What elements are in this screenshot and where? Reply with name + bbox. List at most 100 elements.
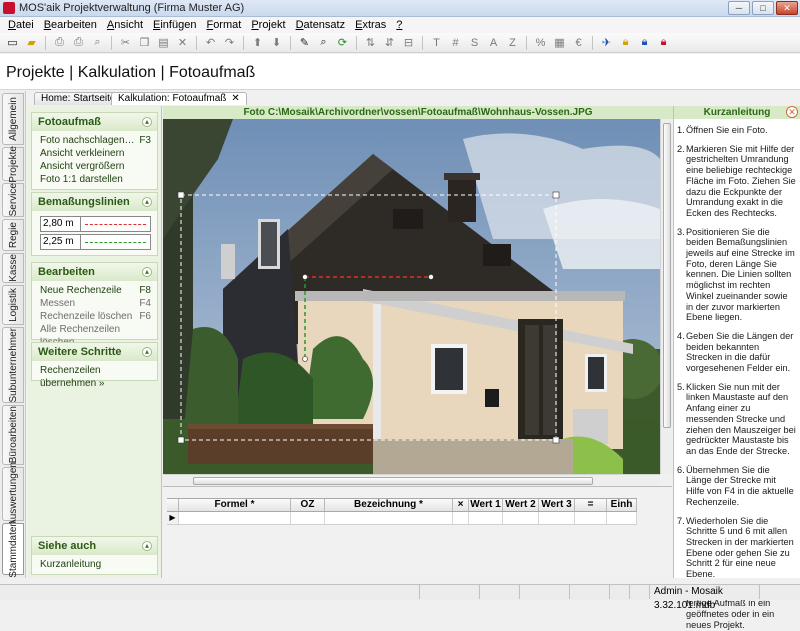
number-icon[interactable]: #: [447, 35, 464, 51]
text-icon[interactable]: T: [428, 35, 445, 51]
print-preview-icon[interactable]: ⌕: [89, 35, 106, 51]
collapse-icon[interactable]: ▴: [142, 541, 152, 551]
collapse-icon[interactable]: ▴: [142, 347, 152, 357]
vtab-service[interactable]: Service: [2, 183, 24, 217]
menu-ansicht[interactable]: Ansicht: [102, 19, 148, 31]
menu-?[interactable]: ?: [391, 19, 407, 31]
menu-datei[interactable]: Datei: [3, 19, 39, 31]
tab-startseite[interactable]: Home: Startseite: [34, 92, 123, 105]
column-header[interactable]: Formel *: [179, 499, 291, 511]
amount-icon[interactable]: A: [485, 35, 502, 51]
print-setup-icon[interactable]: ⎙: [70, 35, 87, 51]
tools-icon[interactable]: ✈: [598, 35, 615, 51]
photo-horizontal-scrollbar[interactable]: [163, 474, 660, 486]
column-header[interactable]: Einh: [607, 499, 637, 511]
filter-icon[interactable]: ⊟: [400, 35, 417, 51]
edit-pencil-icon[interactable]: ✎: [296, 35, 313, 51]
row-selector-icon[interactable]: ▶: [167, 512, 179, 524]
sidebar-item[interactable]: Kurzanleitung: [40, 558, 151, 571]
dimension-value-input[interactable]: 2,80 m: [41, 217, 81, 231]
vtab-stammdaten[interactable]: Stammdaten: [2, 521, 24, 577]
dimension-value-input[interactable]: 2,25 m: [41, 235, 81, 249]
sidebar-item[interactable]: Rechenzeile löschen F6: [40, 310, 151, 323]
column-header[interactable]: Wert 1: [469, 499, 503, 511]
menu-bearbeiten[interactable]: Bearbeiten: [39, 19, 102, 31]
sort-descending-icon[interactable]: ⇵: [381, 35, 398, 51]
lock-blue-icon[interactable]: 🔒︎: [636, 35, 653, 51]
menu-datensatz[interactable]: Datensatz: [291, 19, 351, 31]
column-header[interactable]: Bezeichnung *: [325, 499, 453, 511]
column-header[interactable]: ×: [453, 499, 469, 511]
grid-cell[interactable]: [503, 512, 539, 524]
column-header[interactable]: Wert 2: [503, 499, 539, 511]
grid-cell[interactable]: [539, 512, 575, 524]
vtab-regie[interactable]: Regie: [2, 219, 24, 251]
vtab-kasse[interactable]: Kasse: [2, 253, 24, 283]
currency-icon[interactable]: €: [570, 35, 587, 51]
column-header[interactable]: Wert 3: [539, 499, 575, 511]
print-icon[interactable]: ⎙: [51, 35, 68, 51]
scroll-thumb[interactable]: [193, 477, 593, 485]
grid-cell[interactable]: [469, 512, 503, 524]
vtab-allgemein[interactable]: Allgemein: [2, 93, 24, 145]
sidebar-item[interactable]: Foto nachschlagen… F3: [40, 134, 151, 147]
minimize-button[interactable]: ─: [728, 1, 750, 15]
vtab-auswertungen[interactable]: Auswertungen: [2, 462, 24, 526]
grid-cell[interactable]: [607, 512, 637, 524]
tab-fotoaufmass[interactable]: Kalkulation: Fotoaufmaß ✕: [111, 92, 247, 105]
sidebar-item[interactable]: Ansicht verkleinern: [40, 147, 151, 160]
delete-icon[interactable]: ✕: [174, 35, 191, 51]
grid-cell[interactable]: [179, 512, 291, 524]
redo-icon[interactable]: ↷: [221, 35, 238, 51]
close-tab-icon[interactable]: ✕: [231, 93, 239, 104]
vtab-subunternehmer[interactable]: Subunternehmer: [2, 327, 24, 403]
percent-icon[interactable]: %: [532, 35, 549, 51]
lock-red-icon[interactable]: 🔒︎: [655, 35, 672, 51]
menu-projekt[interactable]: Projekt: [246, 19, 290, 31]
vtab-büroarbeiten[interactable]: Büroarbeiten: [2, 405, 24, 465]
menu-format[interactable]: Format: [201, 19, 246, 31]
move-down-icon[interactable]: ⬇: [268, 35, 285, 51]
open-folder-icon[interactable]: ▰: [23, 35, 40, 51]
paste-icon[interactable]: ▤: [155, 35, 172, 51]
copy-icon[interactable]: ❐: [136, 35, 153, 51]
menu-einfügen[interactable]: Einfügen: [148, 19, 201, 31]
grid-cell[interactable]: [575, 512, 607, 524]
refresh-icon[interactable]: ⟳: [334, 35, 351, 51]
photo-vertical-scrollbar[interactable]: [660, 119, 672, 474]
close-button[interactable]: ✕: [776, 1, 798, 15]
collapse-icon[interactable]: ▴: [142, 197, 152, 207]
search-icon[interactable]: ⌕: [315, 35, 332, 51]
photo-canvas[interactable]: [163, 119, 660, 474]
vtab-logistik[interactable]: Logistik: [2, 285, 24, 325]
sidebar-item[interactable]: Rechenzeilen übernehmen »: [40, 364, 151, 389]
grid-cell[interactable]: [453, 512, 469, 524]
grid-cell[interactable]: [291, 512, 325, 524]
sidebar-item[interactable]: Neue Rechenzeile F8: [40, 284, 151, 297]
calculator-icon[interactable]: ▦: [551, 35, 568, 51]
table-row[interactable]: ▶: [167, 512, 637, 525]
sort-ascending-icon[interactable]: ⇅: [362, 35, 379, 51]
move-up-icon[interactable]: ⬆: [249, 35, 266, 51]
z-icon[interactable]: Z: [504, 35, 521, 51]
vtab-projekte[interactable]: Projekte: [2, 146, 24, 182]
sidebar-item[interactable]: Ansicht vergrößern: [40, 160, 151, 173]
undo-icon[interactable]: ↶: [202, 35, 219, 51]
column-header[interactable]: OZ: [291, 499, 325, 511]
lock-yellow-icon[interactable]: 🔒︎: [617, 35, 634, 51]
maximize-button[interactable]: □: [752, 1, 774, 15]
collapse-icon[interactable]: ▴: [142, 117, 152, 127]
column-header[interactable]: =: [575, 499, 607, 511]
grid-cell[interactable]: [325, 512, 453, 524]
dimension-line-field[interactable]: 2,80 m: [40, 216, 151, 232]
scroll-thumb[interactable]: [663, 123, 671, 428]
dimension-line-field[interactable]: 2,25 m: [40, 234, 151, 250]
measurement-overlay[interactable]: [163, 119, 660, 474]
cut-icon[interactable]: ✂: [117, 35, 134, 51]
sum-icon[interactable]: S: [466, 35, 483, 51]
sidebar-item[interactable]: Foto 1:1 darstellen: [40, 173, 151, 186]
close-panel-icon[interactable]: ✕: [786, 106, 798, 118]
new-document-icon[interactable]: ▭: [4, 35, 21, 51]
sidebar-item[interactable]: Messen F4: [40, 297, 151, 310]
menu-extras[interactable]: Extras: [350, 19, 391, 31]
